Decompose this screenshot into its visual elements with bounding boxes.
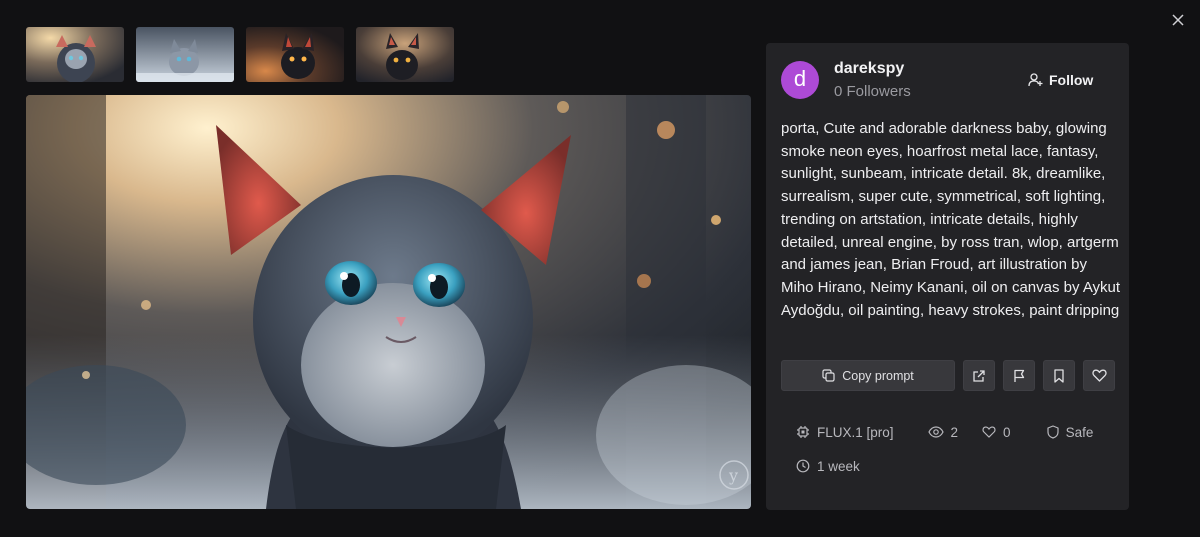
eye-icon [927,426,944,438]
views-count: 2 [950,424,959,440]
avatar[interactable]: d [781,61,819,99]
chip-icon [797,426,809,438]
copy-prompt-button[interactable]: Copy prompt [781,360,955,391]
copy-prompt-label: Copy prompt [842,368,914,383]
details-panel: d darekspy 0 Followers Follow porta, Cut… [766,43,1129,510]
thumbnail-3[interactable] [246,27,344,82]
thumbnail-2[interactable] [136,27,234,82]
meta-row-stats: FLUX.1 [pro] 2 0 Safe [796,422,1127,442]
age-info: 1 week [796,459,860,474]
author-name[interactable]: darekspy [834,60,904,78]
views-info: 2 [927,424,959,440]
meta-row-time: 1 week [796,456,1127,476]
model-name: FLUX.1 [pro] [817,424,894,440]
meta-info: FLUX.1 [pro] 2 0 Safe 1 week [796,422,1127,476]
open-external-button[interactable] [963,360,995,391]
close-icon [1172,14,1184,26]
report-button[interactable] [1003,360,1035,391]
age-label: 1 week [817,458,860,474]
main-image[interactable]: y [26,95,751,509]
user-plus-icon [1028,73,1043,87]
copy-icon [822,369,835,382]
external-link-icon [973,369,985,382]
thumbnail-1[interactable] [26,27,124,82]
rating-label: Safe [1065,424,1094,440]
like-button[interactable] [1083,360,1115,391]
svg-text:y: y [728,466,738,485]
heart-icon [982,426,996,438]
followers-count: 0 Followers [834,83,911,100]
shield-icon [1046,425,1059,439]
prompt-text: porta, Cute and adorable darkness baby, … [781,120,1121,319]
bookmark-button[interactable] [1043,360,1075,391]
bookmark-icon [1054,368,1064,383]
thumbnail-4[interactable] [356,27,454,82]
rating-info: Safe [1046,424,1094,440]
thumbnail-strip [26,27,454,82]
likes-info: 0 [982,425,1011,440]
flag-icon [1013,369,1024,382]
clock-icon [796,459,810,473]
likes-count: 0 [1003,424,1011,440]
action-bar: Copy prompt [781,360,1115,391]
follow-button[interactable]: Follow [1028,69,1093,91]
heart-icon [1091,369,1107,382]
follow-label: Follow [1049,72,1094,88]
model-info: FLUX.1 [pro] [796,425,894,440]
close-button[interactable] [1168,10,1188,30]
